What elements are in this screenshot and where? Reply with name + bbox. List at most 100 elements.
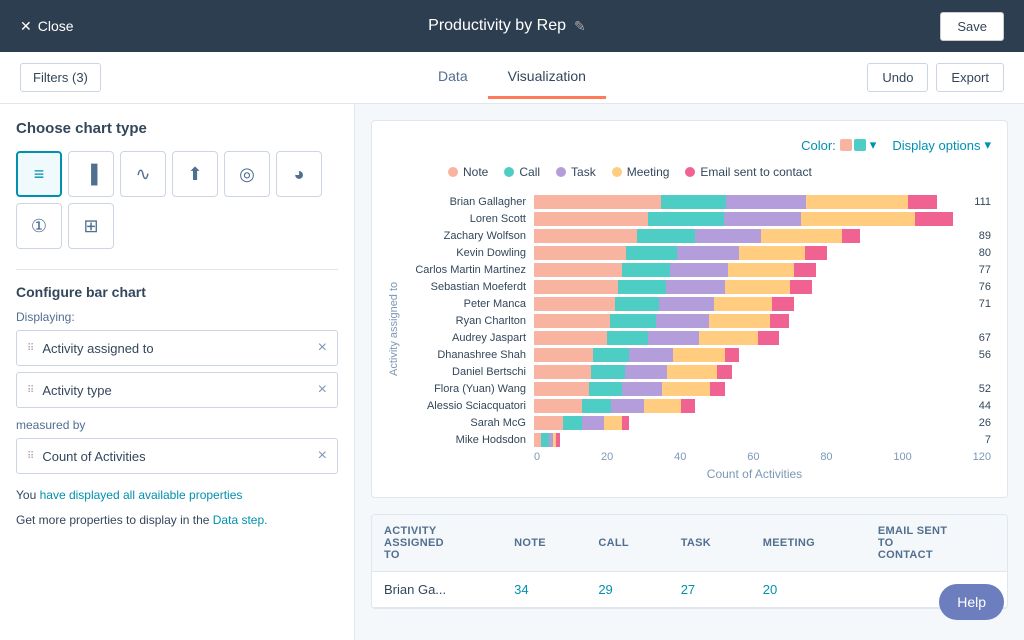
bar-segment-note: [534, 280, 618, 294]
bar-segment-note: [534, 212, 648, 226]
bar-row: Brian Gallagher111: [404, 195, 991, 209]
bar-row: Daniel Bertschi: [404, 365, 991, 379]
y-axis-label: Activity assigned to: [388, 195, 400, 463]
vertical-bar-icon: ▐: [85, 164, 98, 185]
remove-count-button[interactable]: ×: [318, 447, 327, 465]
bar-segment-call: [610, 314, 656, 328]
cell-value: 27: [669, 572, 751, 608]
displaying-label: Displaying:: [16, 310, 338, 324]
bar-segment-call: [615, 297, 659, 311]
bar-segment-task: [677, 246, 739, 260]
legend-meeting: Meeting: [612, 165, 670, 179]
main: Choose chart type ≡ ▐ ∿ ⬆ ◎ ◕ ①: [0, 104, 1024, 640]
chart-type-horizontal-bar[interactable]: ≡: [16, 151, 62, 197]
tab-visualization[interactable]: Visualization: [488, 56, 606, 99]
bar-label: Kevin Dowling: [404, 247, 534, 259]
remove-activity-type-button[interactable]: ×: [318, 381, 327, 399]
bar-segment-email: [805, 246, 827, 260]
available-props-link[interactable]: have displayed all available properties: [40, 488, 243, 502]
data-step-link[interactable]: Data step.: [213, 513, 268, 527]
bar-row: Peter Manca71: [404, 297, 991, 311]
bar-label: Flora (Yuan) Wang: [404, 383, 534, 395]
bar-label: Carlos Martin Martinez: [404, 264, 534, 276]
undo-button[interactable]: Undo: [867, 63, 928, 92]
color-button[interactable]: Color: ▾: [801, 137, 876, 153]
tab-data[interactable]: Data: [418, 56, 488, 99]
chart-type-grid[interactable]: ⊞: [68, 203, 114, 249]
x-axis-tick: 60: [747, 451, 759, 463]
bar-segment-call: [582, 399, 611, 413]
legend-note: Note: [448, 165, 488, 179]
bar-label: Daniel Bertschi: [404, 366, 534, 378]
bar-segment-task: [695, 229, 761, 243]
display-tag-count: ⠿ Count of Activities ×: [16, 438, 338, 474]
bar-segment-note: [534, 229, 637, 243]
x-axis-tick: 40: [674, 451, 686, 463]
bar-segment-email: [794, 263, 816, 277]
bar-segment-note: [534, 314, 610, 328]
bar-row: Kevin Dowling 80: [404, 246, 991, 260]
help-button[interactable]: Help: [939, 584, 1004, 620]
filters-button[interactable]: Filters (3): [20, 63, 101, 92]
col-header-note: NOTE: [502, 515, 586, 572]
bar-segment-call: [648, 212, 724, 226]
col-header-call: CALL: [586, 515, 668, 572]
display-tag-activity-type: ⠿ Activity type ×: [16, 372, 338, 408]
bar-segment-note: [534, 195, 661, 209]
col-header-meeting: MEETING: [751, 515, 866, 572]
legend-dot-meeting: [612, 167, 622, 177]
close-button[interactable]: ✕ Close: [20, 18, 74, 35]
bar-segment-task: [622, 382, 662, 396]
bar-row: Audrey Jaspart67: [404, 331, 991, 345]
chart-legend: Note Call Task Meeting Email sent to con…: [388, 165, 991, 179]
toolbar: Filters (3) Data Visualization Undo Expo…: [0, 52, 1024, 104]
bar-segment-task: [724, 212, 800, 226]
chart-type-donut[interactable]: ◎: [224, 151, 270, 197]
bar-row: Alessio Sciacquatori44: [404, 399, 991, 413]
cell-name: Brian Ga...: [372, 572, 502, 608]
header-center: Productivity by Rep ✎: [428, 17, 586, 35]
bar-segment-meeting: [673, 348, 724, 362]
chart-type-single-number[interactable]: ①: [16, 203, 62, 249]
x-axis: 020406080100120: [404, 451, 991, 463]
remove-activity-assigned-button[interactable]: ×: [318, 339, 327, 357]
display-options-button[interactable]: Display options ▾: [892, 137, 991, 153]
chart-type-pie[interactable]: ◕: [276, 151, 322, 197]
bar-row: Sebastian Moeferdt76: [404, 280, 991, 294]
bar-label: Ryan Charlton: [404, 315, 534, 327]
bar-count: 80: [974, 247, 991, 259]
bar-segment-call: [607, 331, 647, 345]
cell-value: 34: [502, 572, 586, 608]
bar-label: Zachary Wolfson: [404, 230, 534, 242]
bar-segment-note: [534, 246, 626, 260]
legend-dot-note: [448, 167, 458, 177]
bar-segment-email: [772, 297, 794, 311]
bar-segment-call: [637, 229, 696, 243]
bar-segment-call: [626, 246, 677, 260]
bar-segment-meeting: [761, 229, 842, 243]
color-swatch-2: [854, 139, 866, 151]
bar-segment-task: [726, 195, 806, 209]
bar-segment-call: [622, 263, 670, 277]
chart-type-line[interactable]: ∿: [120, 151, 166, 197]
export-button[interactable]: Export: [936, 63, 1004, 92]
cell-value: 20: [751, 572, 866, 608]
bar-track: [534, 399, 974, 413]
bar-segment-meeting: [644, 399, 681, 413]
bar-segment-email: [842, 229, 860, 243]
save-button[interactable]: Save: [940, 12, 1004, 41]
chart-type-vertical-bar[interactable]: ▐: [68, 151, 114, 197]
bar-track: [534, 365, 991, 379]
x-axis-tick: 80: [820, 451, 832, 463]
bar-row: Flora (Yuan) Wang52: [404, 382, 991, 396]
edit-icon[interactable]: ✎: [574, 18, 586, 35]
bar-label: Dhanashree Shah: [404, 349, 534, 361]
chart-type-area[interactable]: ⬆: [172, 151, 218, 197]
bar-track: [534, 382, 974, 396]
cell-value: 29: [586, 572, 668, 608]
bar-segment-call: [618, 280, 666, 294]
bar-segment-email: [717, 365, 732, 379]
bar-segment-call: [593, 348, 630, 362]
table-row: Brian Ga...34292720: [372, 572, 1007, 608]
get-more-text: Get more properties to display in the: [16, 513, 213, 527]
